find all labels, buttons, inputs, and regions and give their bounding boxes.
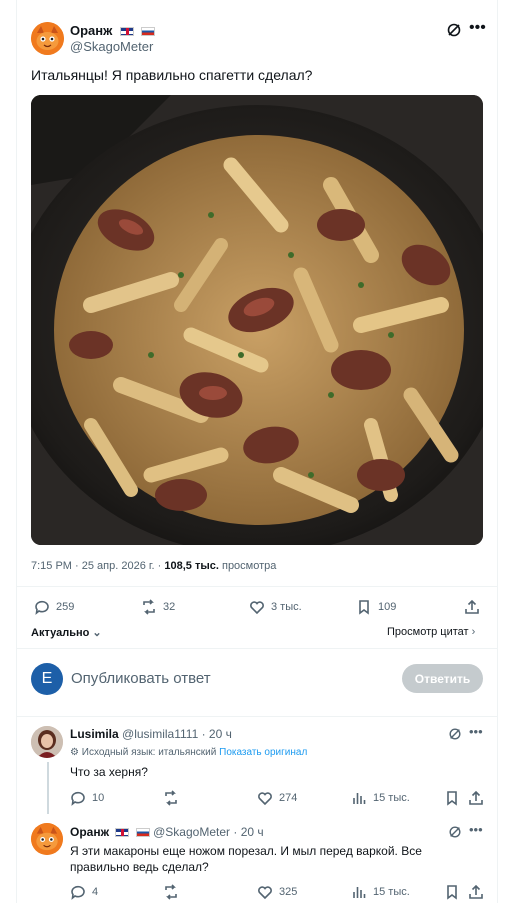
reply-author-avatar[interactable]: [31, 726, 63, 758]
reply-icon: [71, 885, 85, 900]
grok-icon[interactable]: [446, 22, 462, 41]
reply-author-name[interactable]: Оранж: [70, 825, 109, 839]
divider: [17, 716, 497, 717]
repost-icon: [165, 790, 177, 806]
repost-icon: [165, 884, 177, 900]
reply-text: Я эти макароны еще ножом порезал. И мыл …: [70, 844, 422, 874]
woman-portrait-icon: [31, 726, 63, 758]
quotes-link[interactable]: Просмотр цитат ›: [387, 626, 475, 638]
cat-avatar-icon: [31, 823, 63, 855]
reply-author-name[interactable]: Lusimila: [70, 727, 119, 741]
reply-time[interactable]: · 20 ч: [202, 727, 232, 741]
translation-source: Исходный язык: итальянский: [81, 747, 217, 758]
share-icon: [469, 884, 483, 899]
view-count: 15 тыс.: [373, 886, 410, 898]
views-button[interactable]: 15 тыс.: [351, 790, 410, 806]
post-meta: 7:15 PM · 25 апр. 2026 г. · 108,5 тыс. п…: [31, 560, 276, 572]
share-button[interactable]: [464, 599, 480, 615]
reply-author-handle[interactable]: @SkagoMeter: [153, 825, 230, 839]
reply-time[interactable]: · 20 ч: [233, 825, 263, 839]
cat-avatar-icon: [31, 22, 64, 55]
reply-count: 10: [92, 792, 105, 804]
like-button[interactable]: 325: [257, 884, 297, 900]
current-user-avatar[interactable]: E: [31, 663, 63, 695]
reply-input[interactable]: Опубликовать ответ: [71, 670, 211, 687]
views-button[interactable]: 15 тыс.: [351, 884, 410, 900]
analytics-icon: [353, 887, 366, 898]
views-label: просмотра: [221, 560, 277, 572]
author-handle[interactable]: @SkagoMeter: [70, 39, 153, 54]
heart-icon: [250, 601, 264, 615]
reply-button[interactable]: 10: [70, 790, 104, 806]
post-text: Итальянцы! Я правильно спагетти сделал?: [31, 67, 313, 83]
bookmark-icon: [447, 885, 457, 900]
like-button[interactable]: 274: [257, 790, 297, 806]
author-avatar[interactable]: [31, 22, 64, 55]
publish-reply-label: Ответить: [414, 671, 471, 686]
repost-button[interactable]: [163, 790, 185, 806]
quotes-label: Просмотр цитат: [387, 626, 469, 638]
reply-button[interactable]: 4: [70, 884, 98, 900]
post-image[interactable]: [31, 95, 483, 545]
repost-icon: [143, 599, 155, 615]
author-header: Оранж: [70, 22, 156, 40]
repost-button[interactable]: 32: [141, 599, 175, 615]
analytics-icon: [353, 793, 366, 804]
grok-icon[interactable]: [448, 727, 462, 744]
reply-count: 4: [92, 886, 99, 898]
post-time[interactable]: 7:15 PM · 25 апр. 2026 г. ·: [31, 560, 161, 572]
publish-reply-button[interactable]: Ответить: [402, 664, 483, 693]
thread-line: [47, 762, 49, 814]
bookmark-button[interactable]: 109: [356, 599, 396, 615]
more-options-icon[interactable]: •••: [469, 725, 483, 738]
share-button[interactable]: [468, 790, 484, 806]
like-button[interactable]: 3 тыс.: [249, 599, 302, 615]
views-count: 108,5 тыс.: [164, 560, 219, 572]
chevron-down-icon: ⌄: [89, 627, 102, 639]
uk-flag-icon: [119, 27, 134, 36]
more-options-icon[interactable]: •••: [469, 823, 483, 836]
like-count: 325: [279, 886, 298, 898]
ru-flag-icon: [141, 27, 156, 36]
translate-icon: ⚙: [70, 747, 79, 758]
uk-flag-icon: [115, 828, 130, 837]
repost-button[interactable]: [163, 884, 185, 900]
divider: [17, 648, 497, 649]
heart-icon: [258, 792, 272, 806]
avatar-letter: E: [41, 670, 53, 687]
bookmark-button[interactable]: [444, 790, 460, 806]
bookmark-icon: [359, 600, 369, 615]
grok-icon[interactable]: [448, 825, 462, 842]
reply-icon: [71, 791, 85, 806]
reply-author-avatar[interactable]: [31, 823, 63, 855]
pasta-pan-photo: [31, 95, 483, 545]
bookmark-count: 109: [378, 601, 397, 613]
author-name[interactable]: Оранж: [70, 23, 112, 38]
share-icon: [465, 599, 479, 614]
heart-icon: [258, 886, 272, 900]
like-count: 3 тыс.: [271, 601, 302, 613]
reply-icon: [35, 600, 49, 615]
view-count: 15 тыс.: [373, 792, 410, 804]
chevron-right-icon: ›: [468, 626, 476, 638]
divider: [17, 586, 497, 587]
like-count: 274: [279, 792, 298, 804]
sort-dropdown[interactable]: Актуально ⌄: [31, 626, 102, 639]
more-options-icon[interactable]: •••: [469, 20, 486, 36]
bookmark-icon: [447, 791, 457, 806]
share-button[interactable]: [468, 884, 484, 900]
share-icon: [469, 790, 483, 805]
reply-author-handle[interactable]: @lusimila1111: [122, 727, 198, 741]
reply-button[interactable]: 259: [34, 599, 74, 615]
sort-label: Актуально: [31, 627, 90, 639]
reply-header: Lusimila @lusimila1111 · 20 ч: [70, 727, 232, 741]
show-original-link[interactable]: Показать оригинал: [219, 747, 307, 758]
bookmark-button[interactable]: [444, 884, 460, 900]
ru-flag-icon: [135, 828, 150, 837]
reply-count: 259: [56, 601, 75, 613]
repost-count: 32: [163, 601, 176, 613]
reply-header: Оранж @SkagoMeter · 20 ч: [70, 825, 264, 839]
translation-note: ⚙ Исходный язык: итальянский Показать ор…: [70, 747, 307, 758]
reply-text: Что за херня?: [70, 765, 148, 779]
